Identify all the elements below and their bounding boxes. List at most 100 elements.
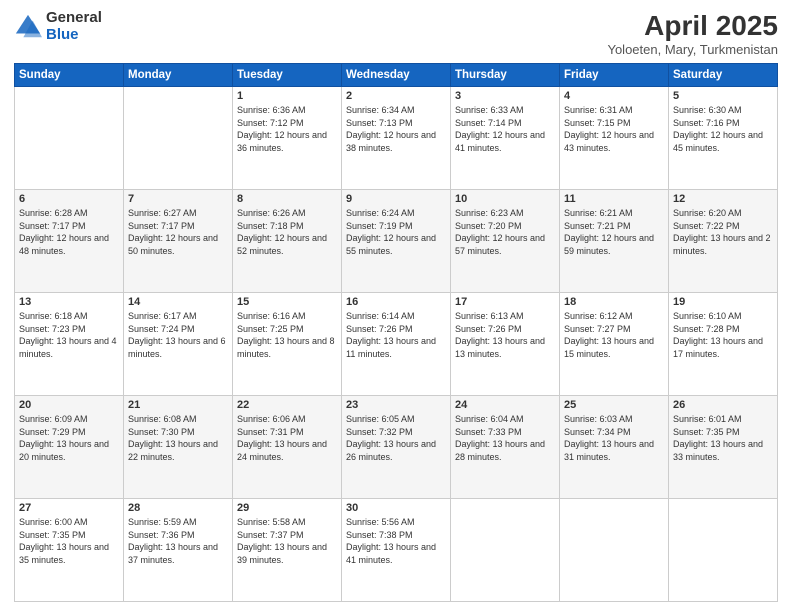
logo-general-text: General <box>46 10 102 27</box>
day-number: 13 <box>19 296 119 308</box>
day-number: 18 <box>564 296 664 308</box>
day-number: 15 <box>237 296 337 308</box>
calendar-week-5: 27 Sunrise: 6:00 AM Sunset: 7:35 PM Dayli… <box>15 499 778 602</box>
day-info: Sunrise: 6:27 AM Sunset: 7:17 PM Dayligh… <box>128 207 228 257</box>
calendar-cell: 14Sunrise: 6:17 AM Sunset: 7:24 PM Dayli… <box>124 293 233 396</box>
day-info: Sunrise: 6:31 AM Sunset: 7:15 PM Dayligh… <box>564 104 664 154</box>
col-header-friday: Friday <box>560 64 669 87</box>
calendar-cell: 3 Sunrise: 6:33 AM Sunset: 7:14 PM Daylig… <box>451 87 560 190</box>
day-info: Sunrise: 5:56 AM Sunset: 7:38 PM Dayligh… <box>346 516 446 566</box>
day-info: Sunrise: 6:18 AM Sunset: 7:23 PM Dayligh… <box>19 310 119 360</box>
calendar-cell: 18 Sunrise: 6:12 AM Sunset: 7:27 PM Dayli… <box>560 293 669 396</box>
calendar-cell <box>451 499 560 602</box>
day-info: Sunrise: 6:28 AM Sunset: 7:17 PM Dayligh… <box>19 207 119 257</box>
day-info: Sunrise: 6:01 AM Sunset: 7:35 PM Dayligh… <box>673 413 773 463</box>
calendar-cell: 21Sunrise: 6:08 AM Sunset: 7:30 PM Dayli… <box>124 396 233 499</box>
day-number: 23 <box>346 399 446 411</box>
calendar-week-3: 13 Sunrise: 6:18 AM Sunset: 7:23 PM Dayli… <box>15 293 778 396</box>
day-number: 17 <box>455 296 555 308</box>
day-info: Sunrise: 6:12 AM Sunset: 7:27 PM Dayligh… <box>564 310 664 360</box>
day-number: 21 <box>128 399 228 411</box>
day-info: Sunrise: 6:05 AM Sunset: 7:32 PM Dayligh… <box>346 413 446 463</box>
calendar-cell: 30 Sunrise: 5:56 AM Sunset: 7:38 PM Dayli… <box>342 499 451 602</box>
logo: General Blue <box>14 10 102 43</box>
day-info: Sunrise: 6:26 AM Sunset: 7:18 PM Dayligh… <box>237 207 337 257</box>
day-number: 3 <box>455 90 555 102</box>
calendar-header-row: SundayMondayTuesdayWednesdayThursdayFrid… <box>15 64 778 87</box>
logo-text: General Blue <box>46 10 102 43</box>
calendar-cell <box>15 87 124 190</box>
day-number: 2 <box>346 90 446 102</box>
calendar-cell: 13 Sunrise: 6:18 AM Sunset: 7:23 PM Dayli… <box>15 293 124 396</box>
day-number: 30 <box>346 502 446 514</box>
calendar-cell <box>560 499 669 602</box>
day-number: 25 <box>564 399 664 411</box>
day-info: Sunrise: 6:13 AM Sunset: 7:26 PM Dayligh… <box>455 310 555 360</box>
calendar-cell: 28 Sunrise: 5:59 AM Sunset: 7:36 PM Dayli… <box>124 499 233 602</box>
day-info: Sunrise: 6:03 AM Sunset: 7:34 PM Dayligh… <box>564 413 664 463</box>
calendar-cell: 23 Sunrise: 6:05 AM Sunset: 7:32 PM Dayli… <box>342 396 451 499</box>
day-info: Sunrise: 6:06 AM Sunset: 7:31 PM Dayligh… <box>237 413 337 463</box>
calendar-cell: 7 Sunrise: 6:27 AM Sunset: 7:17 PM Daylig… <box>124 190 233 293</box>
logo-blue-text: Blue <box>46 27 102 44</box>
day-number: 29 <box>237 502 337 514</box>
day-number: 7 <box>128 193 228 205</box>
calendar-cell: 8 Sunrise: 6:26 AM Sunset: 7:18 PM Daylig… <box>233 190 342 293</box>
day-number: 26 <box>673 399 773 411</box>
col-header-saturday: Saturday <box>669 64 778 87</box>
day-number: 11 <box>564 193 664 205</box>
calendar-cell: 15 Sunrise: 6:16 AM Sunset: 7:25 PM Dayli… <box>233 293 342 396</box>
day-info: Sunrise: 5:59 AM Sunset: 7:36 PM Dayligh… <box>128 516 228 566</box>
day-info: Sunrise: 6:33 AM Sunset: 7:14 PM Dayligh… <box>455 104 555 154</box>
day-number: 10 <box>455 193 555 205</box>
calendar-cell: 16 Sunrise: 6:14 AM Sunset: 7:26 PM Dayli… <box>342 293 451 396</box>
logo-icon <box>14 13 42 41</box>
day-number: 5 <box>673 90 773 102</box>
calendar-table: SundayMondayTuesdayWednesdayThursdayFrid… <box>14 63 778 602</box>
calendar-cell: 6 Sunrise: 6:28 AM Sunset: 7:17 PM Daylig… <box>15 190 124 293</box>
day-number: 27 <box>19 502 119 514</box>
calendar-cell: 10Sunrise: 6:23 AM Sunset: 7:20 PM Dayli… <box>451 190 560 293</box>
day-number: 28 <box>128 502 228 514</box>
day-info: Sunrise: 6:04 AM Sunset: 7:33 PM Dayligh… <box>455 413 555 463</box>
calendar-cell <box>669 499 778 602</box>
calendar-cell: 1Sunrise: 6:36 AM Sunset: 7:12 PM Daylig… <box>233 87 342 190</box>
calendar-cell: 19 Sunrise: 6:10 AM Sunset: 7:28 PM Dayli… <box>669 293 778 396</box>
calendar-week-2: 6 Sunrise: 6:28 AM Sunset: 7:17 PM Daylig… <box>15 190 778 293</box>
day-info: Sunrise: 6:24 AM Sunset: 7:19 PM Dayligh… <box>346 207 446 257</box>
calendar-cell <box>124 87 233 190</box>
day-number: 1 <box>237 90 337 102</box>
day-info: Sunrise: 6:16 AM Sunset: 7:25 PM Dayligh… <box>237 310 337 360</box>
day-number: 12 <box>673 193 773 205</box>
calendar-cell: 29Sunrise: 5:58 AM Sunset: 7:37 PM Dayli… <box>233 499 342 602</box>
day-number: 19 <box>673 296 773 308</box>
day-info: Sunrise: 6:30 AM Sunset: 7:16 PM Dayligh… <box>673 104 773 154</box>
col-header-wednesday: Wednesday <box>342 64 451 87</box>
day-number: 6 <box>19 193 119 205</box>
day-info: Sunrise: 6:14 AM Sunset: 7:26 PM Dayligh… <box>346 310 446 360</box>
calendar-cell: 11 Sunrise: 6:21 AM Sunset: 7:21 PM Dayli… <box>560 190 669 293</box>
location: Yoloeten, Mary, Turkmenistan <box>607 42 778 57</box>
day-number: 9 <box>346 193 446 205</box>
day-info: Sunrise: 6:00 AM Sunset: 7:35 PM Dayligh… <box>19 516 119 566</box>
col-header-sunday: Sunday <box>15 64 124 87</box>
day-info: Sunrise: 6:34 AM Sunset: 7:13 PM Dayligh… <box>346 104 446 154</box>
calendar-cell: 17 Sunrise: 6:13 AM Sunset: 7:26 PM Dayli… <box>451 293 560 396</box>
calendar-cell: 26 Sunrise: 6:01 AM Sunset: 7:35 PM Dayli… <box>669 396 778 499</box>
calendar-cell: 5 Sunrise: 6:30 AM Sunset: 7:16 PM Daylig… <box>669 87 778 190</box>
header: General Blue April 2025 Yoloeten, Mary, … <box>14 10 778 57</box>
calendar-cell: 24Sunrise: 6:04 AM Sunset: 7:33 PM Dayli… <box>451 396 560 499</box>
calendar-cell: 2 Sunrise: 6:34 AM Sunset: 7:13 PM Daylig… <box>342 87 451 190</box>
day-info: Sunrise: 6:10 AM Sunset: 7:28 PM Dayligh… <box>673 310 773 360</box>
calendar-cell: 27 Sunrise: 6:00 AM Sunset: 7:35 PM Dayli… <box>15 499 124 602</box>
day-info: Sunrise: 6:21 AM Sunset: 7:21 PM Dayligh… <box>564 207 664 257</box>
day-info: Sunrise: 6:20 AM Sunset: 7:22 PM Dayligh… <box>673 207 773 257</box>
day-number: 16 <box>346 296 446 308</box>
day-number: 20 <box>19 399 119 411</box>
calendar-week-4: 20Sunrise: 6:09 AM Sunset: 7:29 PM Dayli… <box>15 396 778 499</box>
calendar-week-1: 1Sunrise: 6:36 AM Sunset: 7:12 PM Daylig… <box>15 87 778 190</box>
calendar-cell: 12 Sunrise: 6:20 AM Sunset: 7:22 PM Dayli… <box>669 190 778 293</box>
day-number: 8 <box>237 193 337 205</box>
day-info: Sunrise: 6:17 AM Sunset: 7:24 PM Dayligh… <box>128 310 228 360</box>
calendar-cell: 25 Sunrise: 6:03 AM Sunset: 7:34 PM Dayli… <box>560 396 669 499</box>
